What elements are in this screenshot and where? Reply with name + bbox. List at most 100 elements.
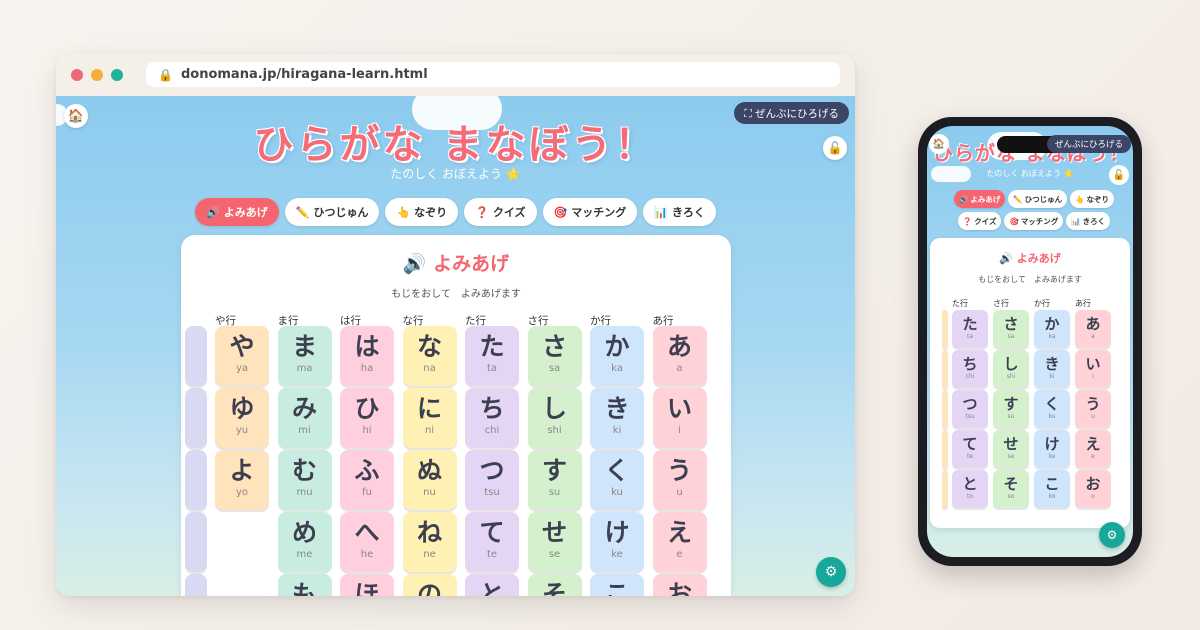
kana-tile[interactable]: うu	[652, 450, 707, 510]
phone-kana-tile[interactable]: そ so	[993, 470, 1029, 508]
tab-3[interactable]: ❓ クイズ	[464, 198, 537, 226]
phone-kana-tile[interactable]: うu	[1075, 390, 1111, 428]
kana-tile[interactable]: ち chi	[465, 388, 519, 448]
kana-tile[interactable]: し shi	[527, 388, 582, 448]
kana-tile[interactable]: の	[402, 574, 457, 596]
kana-tile-partial[interactable]	[185, 450, 207, 510]
settings-button[interactable]: ⚙	[816, 557, 846, 587]
tab-label: なぞり	[1086, 194, 1110, 204]
tab-0[interactable]: 🔊 よみあげ	[195, 198, 279, 226]
kana-tile[interactable]: と	[465, 574, 519, 596]
kana-tile-partial[interactable]	[942, 470, 948, 508]
phone-kana-tile[interactable]: き ki	[1034, 350, 1070, 388]
phone-unlock-button[interactable]: 🔓	[1109, 165, 1129, 185]
kana-tile[interactable]: は ha	[340, 326, 394, 386]
kana-tile[interactable]: ひ hi	[340, 388, 394, 448]
phone-kana-tile[interactable]: さ sa	[993, 310, 1029, 348]
kana-tile[interactable]: えe	[652, 512, 707, 572]
kana-character: あ	[666, 332, 692, 361]
kana-tile[interactable]: ま ma	[277, 326, 332, 386]
tab-label: よみあげ	[970, 194, 1001, 204]
phone-reading-card: 🔊 よみあげ もじをおして よみあげます た行た ta ち chi つ tsu て te と to…	[930, 238, 1130, 528]
phone-kana-tile[interactable]: と to	[952, 470, 988, 508]
phone-kana-tile[interactable]: て te	[952, 430, 988, 468]
kana-tile-partial[interactable]	[185, 388, 207, 448]
kana-tile-partial[interactable]	[942, 430, 948, 468]
kana-character: ゆ	[229, 394, 255, 423]
kana-tile[interactable]: あa	[652, 326, 707, 386]
kana-tile[interactable]: ぬ nu	[402, 450, 457, 510]
kana-tile[interactable]: め me	[277, 512, 332, 572]
kana-tile[interactable]: け ke	[590, 512, 644, 572]
phone-tab-3[interactable]: ❓ クイズ	[957, 212, 1002, 230]
kana-tile[interactable]: や ya	[215, 326, 269, 386]
kana-tile[interactable]: いi	[652, 388, 707, 448]
phone-home-button[interactable]: 🏠	[929, 134, 949, 154]
kana-tile[interactable]: お	[652, 574, 707, 596]
phone-kana-tile[interactable]: いi	[1075, 350, 1111, 388]
tab-1[interactable]: ✏️ ひつじゅん	[284, 198, 380, 226]
kana-tile[interactable]: な na	[402, 326, 457, 386]
phone-kana-tile[interactable]: た ta	[952, 310, 988, 348]
kana-tile[interactable]: そ	[527, 574, 582, 596]
phone-kana-tile[interactable]: こ ko	[1034, 470, 1070, 508]
phone-kana-tile[interactable]: せ se	[993, 430, 1029, 468]
close-window-button[interactable]	[71, 69, 83, 81]
phone-fullscreen-button[interactable]: ぜんぶにひろげる	[1046, 135, 1131, 153]
kana-tile[interactable]: も	[277, 574, 332, 596]
kana-tile[interactable]: く ku	[590, 450, 644, 510]
maximize-window-button[interactable]	[111, 69, 123, 81]
kana-tile[interactable]: ふ fu	[340, 450, 394, 510]
kana-tile[interactable]: た ta	[465, 326, 519, 386]
phone-tab-5[interactable]: 📊 きろく	[1066, 212, 1111, 230]
browser-window: 🔒 donomana.jp/hiragana-learn.html 🏠 ⛶ ぜん…	[56, 54, 855, 596]
kana-tile-partial[interactable]	[942, 390, 948, 428]
kana-tile[interactable]: て te	[465, 512, 519, 572]
kana-tile[interactable]: か ka	[590, 326, 644, 386]
phone-tab-2[interactable]: 👆 なぞり	[1070, 190, 1115, 208]
phone-settings-button[interactable]: ⚙	[1099, 522, 1125, 548]
kana-tile-partial[interactable]	[185, 574, 207, 596]
kana-tile[interactable]: こ	[590, 574, 644, 596]
kana-romaji: tsu	[965, 413, 975, 420]
address-bar[interactable]: 🔒 donomana.jp/hiragana-learn.html	[146, 62, 840, 87]
kana-tile[interactable]: よ yo	[215, 450, 269, 510]
minimize-window-button[interactable]	[91, 69, 103, 81]
kana-romaji: tsu	[484, 487, 500, 498]
tab-4[interactable]: 🎯 マッチング	[542, 198, 638, 226]
tab-2[interactable]: 👆 なぞり	[385, 198, 459, 226]
phone-kana-tile[interactable]: あa	[1075, 310, 1111, 348]
kana-tile[interactable]: へ he	[340, 512, 394, 572]
kana-tile-partial[interactable]	[185, 326, 207, 386]
kana-tile[interactable]: み mi	[277, 388, 332, 448]
kana-tile-partial[interactable]	[185, 512, 207, 572]
kana-character: た	[962, 315, 978, 333]
kana-tile[interactable]: ゆ yu	[215, 388, 269, 448]
phone-kana-tile[interactable]: ち chi	[952, 350, 988, 388]
kana-tile[interactable]: む mu	[277, 450, 332, 510]
phone-kana-tile[interactable]: おo	[1075, 470, 1111, 508]
kana-tile[interactable]: す su	[527, 450, 582, 510]
phone-tab-0[interactable]: 🔊 よみあげ	[953, 190, 1006, 208]
kana-tile[interactable]: せ se	[527, 512, 582, 572]
kana-tile[interactable]: ね ne	[402, 512, 457, 572]
kana-romaji: so	[1007, 493, 1015, 500]
phone-kana-tile[interactable]: つ tsu	[952, 390, 988, 428]
kana-tile-partial[interactable]	[942, 310, 948, 348]
kana-tile[interactable]: ほ	[340, 574, 394, 596]
kana-tile-partial[interactable]	[942, 350, 948, 388]
phone-kana-tile[interactable]: く ku	[1034, 390, 1070, 428]
kana-tile[interactable]: つ tsu	[465, 450, 519, 510]
kana-tile[interactable]: き ki	[590, 388, 644, 448]
phone-kana-tile[interactable]: えe	[1075, 430, 1111, 468]
phone-tab-4[interactable]: 🎯 マッチング	[1004, 212, 1064, 230]
phone-tab-1[interactable]: ✏️ ひつじゅん	[1008, 190, 1068, 208]
phone-kana-tile[interactable]: け ke	[1034, 430, 1070, 468]
phone-kana-tile[interactable]: す su	[993, 390, 1029, 428]
phone-kana-tile[interactable]: し shi	[993, 350, 1029, 388]
tab-icon: ✏️	[295, 205, 310, 219]
tab-5[interactable]: 📊 きろく	[643, 198, 716, 226]
kana-tile[interactable]: に ni	[402, 388, 457, 448]
kana-tile[interactable]: さ sa	[527, 326, 582, 386]
phone-kana-tile[interactable]: か ka	[1034, 310, 1070, 348]
